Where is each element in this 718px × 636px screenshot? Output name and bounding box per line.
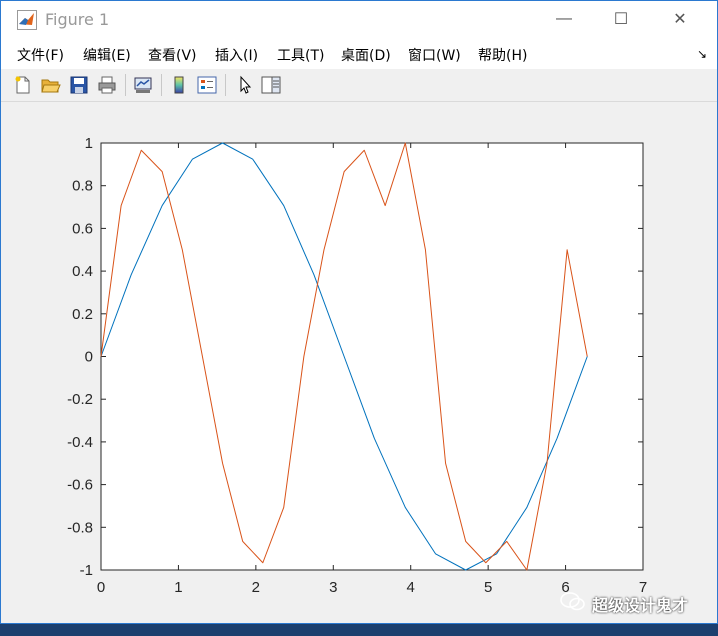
y-tick-label: 1 [85, 135, 93, 152]
toolbar-separator [125, 74, 126, 96]
y-tick-label: 0 [85, 349, 93, 366]
menu-bar: 文件(F) 编辑(E) 查看(V) 插入(I) 工具(T) 桌面(D) 窗口(W… [1, 37, 717, 70]
menu-tools[interactable]: 工具(T) [277, 45, 324, 65]
toolbar-separator [161, 74, 162, 96]
toolbar [1, 69, 717, 102]
y-tick-label: -0.2 [67, 391, 93, 408]
wechat-icon [560, 591, 586, 618]
x-tick-label: 3 [329, 579, 337, 596]
x-tick-label: 4 [407, 579, 415, 596]
line-chart[interactable]: 0 1 2 3 4 5 6 7-1-0.8-0.6-0.4-0.200.20.40.60.81 [1, 102, 717, 625]
menu-insert[interactable]: 插入(I) [215, 45, 258, 65]
menu-edit[interactable]: 编辑(E) [83, 45, 131, 65]
x-tick-label: 5 [484, 579, 492, 596]
save-icon[interactable] [67, 73, 91, 97]
minimize-button[interactable]: — [541, 1, 587, 37]
menu-file[interactable]: 文件(F) [17, 45, 64, 65]
menu-view[interactable]: 查看(V) [148, 45, 197, 65]
plot-area: 0 1 2 3 4 5 6 7 -1 -0.8 -0.6 -0.4 -0.2 0 0.2 0.4 0.6 0.8 1 [1, 102, 717, 625]
dock-arrow-icon[interactable]: ↘ [697, 47, 707, 61]
pointer-icon[interactable] [233, 73, 257, 97]
legend-icon[interactable] [195, 73, 219, 97]
y-tick-label: -0.4 [67, 434, 93, 451]
window-title: Figure 1 [45, 10, 110, 29]
link-plot-icon[interactable] [131, 73, 155, 97]
menu-desktop[interactable]: 桌面(D) [341, 45, 391, 65]
y-tick-label: 0.4 [72, 263, 93, 280]
y-tick-label: -0.8 [67, 519, 93, 536]
open-file-icon[interactable] [39, 73, 63, 97]
y-tick-label: -0.6 [67, 477, 93, 494]
y-tick-label: 0.2 [72, 306, 93, 323]
menu-help[interactable]: 帮助(H) [478, 45, 527, 65]
matlab-logo-icon [17, 10, 37, 30]
print-icon[interactable] [95, 73, 119, 97]
maximize-button[interactable]: ☐ [598, 1, 644, 37]
close-button[interactable]: ✕ [657, 1, 703, 37]
watermark-text: 超级设计鬼才 [592, 596, 689, 615]
watermark: 超级设计鬼才 [560, 591, 689, 618]
property-inspector-icon[interactable] [259, 73, 283, 97]
y-tick-label: 0.8 [72, 178, 93, 195]
menu-window[interactable]: 窗口(W) [408, 45, 461, 65]
axes-box [100, 142, 644, 571]
title-bar[interactable]: Figure 1 — ☐ ✕ [1, 1, 717, 37]
toolbar-separator [225, 74, 226, 96]
x-tick-label: 2 [252, 579, 260, 596]
y-tick-label: 0.6 [72, 220, 93, 237]
y-tick-label: -1 [80, 562, 93, 579]
colorbar-icon[interactable] [167, 73, 191, 97]
figure-window: Figure 1 — ☐ ✕ 文件(F) 编辑(E) 查看(V) 插入(I) 工… [0, 0, 718, 624]
x-tick-label: 1 [174, 579, 182, 596]
new-figure-icon[interactable] [11, 73, 35, 97]
x-tick-label: 0 [97, 579, 105, 596]
